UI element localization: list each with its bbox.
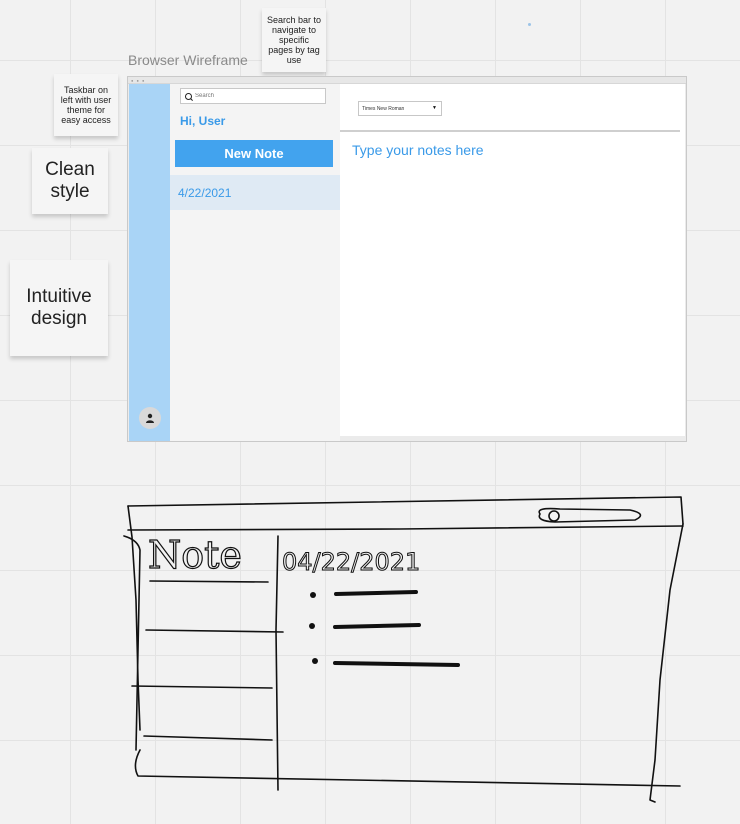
- sketch-bullet-dot-1: [310, 592, 316, 598]
- window-controls-icon: ● ● ●: [131, 78, 146, 83]
- sketch-list-line-3: [131, 685, 273, 689]
- sketch-panel-left: [123, 535, 141, 751]
- sticky-note-intuitive-design-text: Intuitive design: [26, 286, 92, 329]
- user-icon[interactable]: [139, 407, 161, 429]
- chevron-down-icon: ▼: [432, 105, 437, 111]
- sketch-list-line-1: [149, 580, 269, 583]
- notes-sidebar: Hi, User New Note 4/22/2021: [170, 84, 340, 441]
- font-family-value: Times New Roman: [362, 105, 405, 112]
- browser-wireframe[interactable]: ● ● ● Hi, User New Note 4/22/2021 Times …: [127, 76, 687, 442]
- sketch-search-icon: [548, 510, 560, 522]
- user-glyph-icon: [146, 413, 154, 423]
- sketch-bullet-dot-3: [312, 658, 318, 664]
- sketch-frame-bottom-outer: [134, 749, 681, 787]
- sketch-drawing: Note 04/22/2021: [123, 496, 684, 803]
- sketch-title-bar: [127, 525, 684, 531]
- note-list-item[interactable]: 4/22/2021: [170, 175, 340, 210]
- search-icon: [185, 92, 192, 100]
- sketch-frame-right: [649, 523, 684, 803]
- sketch-frame-top: [127, 496, 684, 525]
- browser-top-bar: ● ● ●: [128, 77, 686, 84]
- editor-text-area[interactable]: Type your notes here: [352, 142, 484, 158]
- sketch-sidebar-divider: [275, 535, 279, 791]
- sketch-bullet-line-2: [333, 623, 421, 629]
- sketch-list-line-4: [143, 735, 273, 741]
- sticky-note-search-bar-text: Search bar to navigate to specific pages…: [266, 15, 322, 65]
- hand-drawn-sketch[interactable]: Note 04/22/2021: [0, 480, 740, 824]
- frame-title[interactable]: Browser Wireframe: [128, 52, 248, 68]
- editor-toolbar: Times New Roman ▼: [340, 84, 680, 132]
- sticky-note-clean-style[interactable]: Clean style: [32, 148, 108, 214]
- sketch-heading: Note: [148, 533, 242, 577]
- sticky-note-taskbar-text: Taskbar on left with user theme for easy…: [60, 85, 112, 125]
- new-note-button[interactable]: New Note: [175, 140, 333, 167]
- sticky-note-clean-style-text: Clean style: [45, 159, 95, 202]
- taskbar: [129, 84, 170, 441]
- sticky-note-intuitive-design[interactable]: Intuitive design: [10, 260, 108, 356]
- sticky-note-taskbar[interactable]: Taskbar on left with user theme for easy…: [54, 74, 118, 136]
- font-family-select[interactable]: Times New Roman ▼: [358, 101, 442, 116]
- sketch-bullet-line-1: [334, 590, 418, 596]
- sketch-bullet-dot-2: [309, 623, 315, 629]
- greeting: Hi, User: [180, 114, 226, 128]
- sketch-date: 04/22/2021: [282, 548, 420, 576]
- search-input[interactable]: [195, 93, 315, 99]
- canvas-dot: [528, 23, 531, 26]
- sticky-note-search-bar[interactable]: Search bar to navigate to specific pages…: [262, 8, 326, 72]
- sketch-bullet-line-3: [333, 661, 460, 667]
- search-bar[interactable]: [180, 88, 326, 104]
- note-editor: Times New Roman ▼ Type your notes here: [340, 84, 685, 436]
- sketch-list-line-2: [145, 629, 284, 633]
